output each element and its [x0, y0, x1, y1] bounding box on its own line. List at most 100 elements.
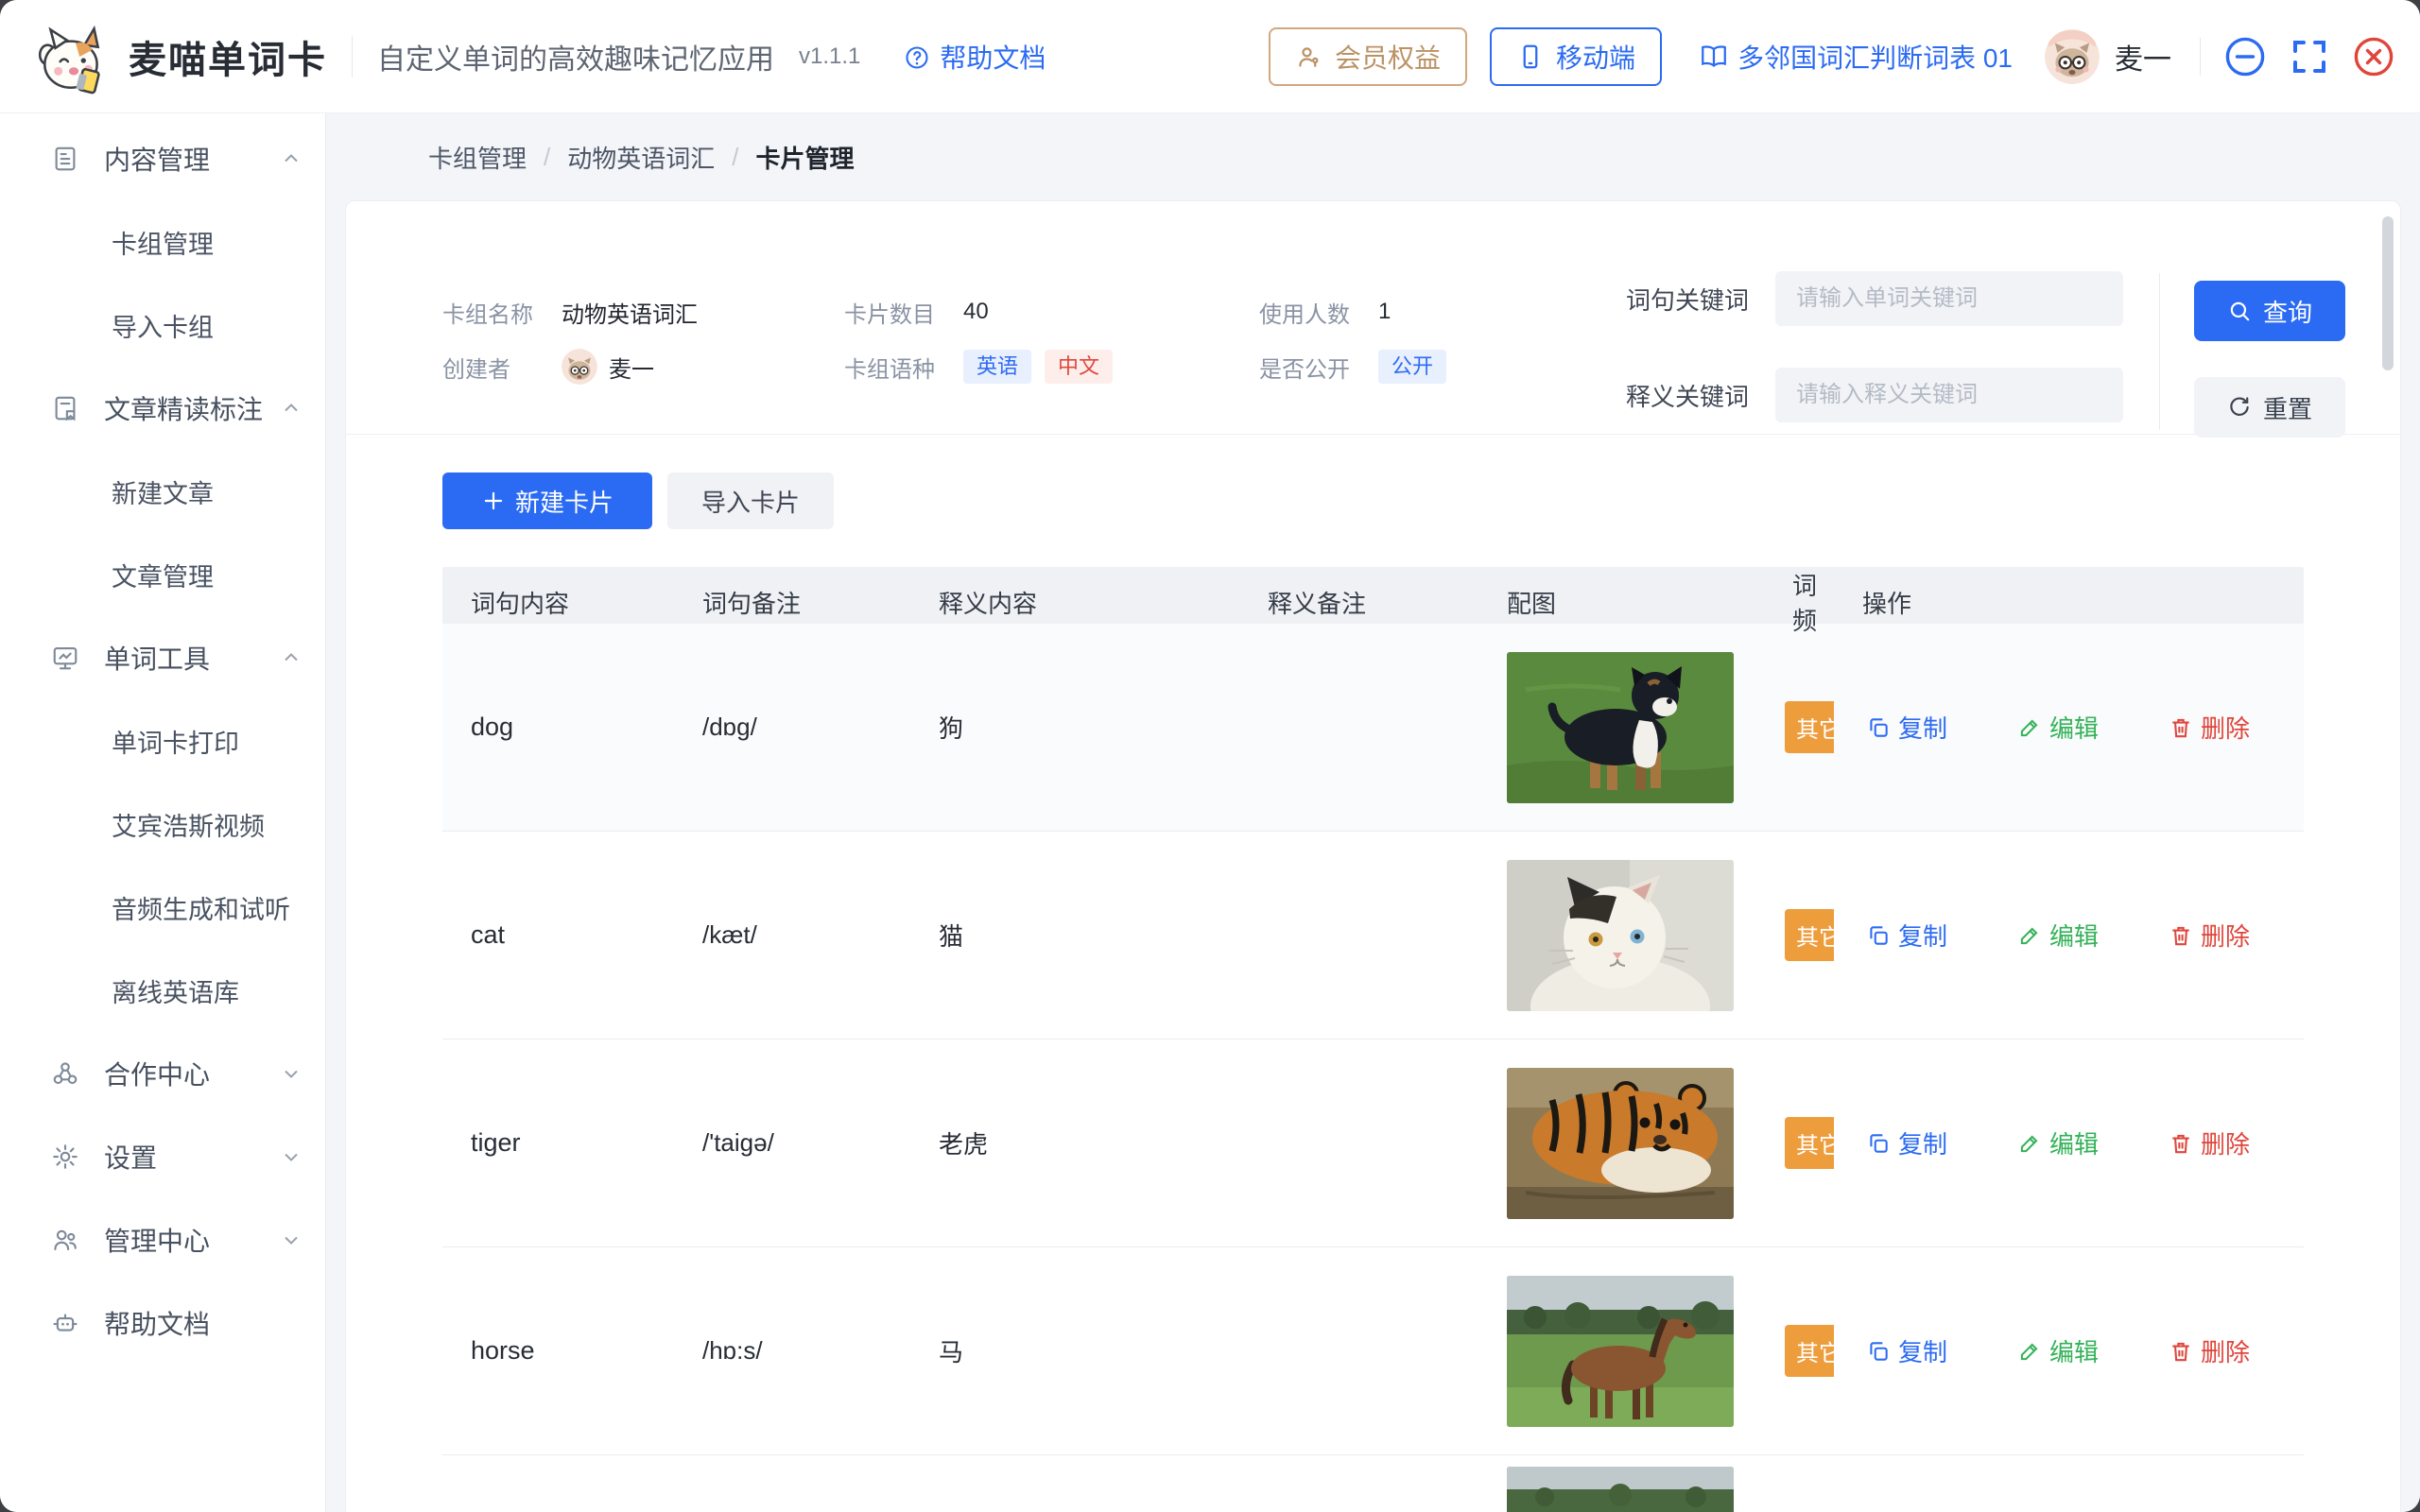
- deck-card-panel: 卡组名称 动物英语词汇 卡片数目 40 使用人数 1 创建者: [345, 200, 2401, 1512]
- edit-button[interactable]: 编辑: [2017, 918, 2099, 953]
- collaboration-icon: [51, 1059, 79, 1088]
- word-keyword-row: 词句关键词: [1626, 271, 2123, 326]
- search-icon: [2227, 299, 2252, 323]
- sidebar-item-card-print[interactable]: 单词卡打印: [0, 699, 325, 782]
- delete-button[interactable]: 删除: [2169, 710, 2250, 745]
- sidebar-item-deck-management[interactable]: 卡组管理: [0, 200, 325, 284]
- delete-button[interactable]: 删除: [2169, 1333, 2250, 1368]
- table-row: horse /hɒ:s/ 马: [442, 1247, 2304, 1455]
- minimize-button[interactable]: [2223, 35, 2267, 78]
- cards-table: 词句内容 词句备注 释义内容 释义备注 配图 词频 操作 dog /dɒg/ 狗: [442, 567, 2304, 1512]
- window-controls-divider: [2200, 38, 2201, 76]
- delete-button[interactable]: 删除: [2169, 1125, 2250, 1160]
- edit-icon: [2017, 1339, 2042, 1364]
- frequency-cell: 其它: [1764, 1117, 1834, 1169]
- sidebar-item-article-annotation[interactable]: 文章精读标注: [0, 367, 325, 450]
- edit-icon: [2017, 1131, 2042, 1156]
- card-image-cell: [1478, 860, 1764, 1011]
- sidebar-item-collaboration-center[interactable]: 合作中心: [0, 1032, 325, 1115]
- sidebar-item-word-tools[interactable]: 单词工具: [0, 616, 325, 699]
- username-label: 麦一: [2115, 36, 2171, 77]
- delete-button[interactable]: 删除: [2169, 918, 2250, 953]
- language-tag-chinese: 中文: [1045, 350, 1113, 384]
- copy-icon: [1866, 923, 1891, 948]
- membership-button[interactable]: 会员权益: [1269, 27, 1467, 86]
- sidebar-item-help-docs[interactable]: 帮助文档: [0, 1281, 325, 1365]
- sidebar-item-ebbinghaus-video[interactable]: 艾宾浩斯视频: [0, 782, 325, 866]
- chevron-down-icon: [280, 1228, 302, 1251]
- field-photo: [1507, 1467, 1734, 1512]
- public-status-tag: 公开: [1378, 350, 1446, 384]
- version-label: v1.1.1: [799, 43, 860, 70]
- col-meaning-note: 释义备注: [1239, 585, 1478, 620]
- breadcrumb-deck-name[interactable]: 动物英语词汇: [567, 140, 715, 175]
- edit-button[interactable]: 编辑: [2017, 1333, 2099, 1368]
- chevron-up-icon: [280, 147, 302, 170]
- frequency-tag: 其它: [1785, 909, 1834, 961]
- member-user-icon: [1295, 43, 1323, 71]
- word-keyword-input[interactable]: [1775, 271, 2123, 326]
- copy-button[interactable]: 复制: [1866, 1125, 1947, 1160]
- user-profile[interactable]: 麦一: [2045, 29, 2171, 84]
- table-row: cat /kæt/ 猫: [442, 832, 2304, 1040]
- document-icon: [51, 145, 79, 173]
- frequency-tag: 其它: [1785, 701, 1834, 753]
- sidebar-label: 内容管理: [104, 140, 210, 178]
- sidebar-item-import-deck[interactable]: 导入卡组: [0, 284, 325, 367]
- sidebar-item-settings[interactable]: 设置: [0, 1115, 325, 1198]
- meaning-keyword-input[interactable]: [1775, 368, 2123, 422]
- copy-button[interactable]: 复制: [1866, 918, 1947, 953]
- card-image-cell: [1478, 1455, 1764, 1512]
- breadcrumb-current-page: 卡片管理: [756, 140, 855, 175]
- sidebar-item-new-article[interactable]: 新建文章: [0, 450, 325, 533]
- refresh-icon: [2227, 395, 2252, 420]
- row-actions: 复制 编辑 删除: [1834, 710, 2304, 745]
- card-image-cell: [1478, 652, 1764, 803]
- help-doc-link[interactable]: 帮助文档: [904, 38, 1046, 76]
- sidebar-item-content-management[interactable]: 内容管理: [0, 117, 325, 200]
- app-logo-cat-icon: [32, 16, 113, 97]
- chevron-up-icon: [280, 646, 302, 669]
- copy-button[interactable]: 复制: [1866, 1333, 1947, 1368]
- reset-button[interactable]: 重置: [2194, 377, 2345, 438]
- breadcrumb-separator: /: [732, 143, 738, 172]
- duolingo-vocab-list-link[interactable]: 多邻国词汇判断词表 01: [1700, 38, 2013, 76]
- frequency-tag: 其它: [1785, 1117, 1834, 1169]
- breadcrumb-deck-management[interactable]: 卡组管理: [428, 140, 527, 175]
- copy-button[interactable]: 复制: [1866, 710, 1947, 745]
- frequency-cell: 其它: [1764, 701, 1834, 753]
- creator-name: 麦一: [609, 351, 654, 384]
- deck-name-field: 卡组名称 动物英语词汇: [442, 292, 698, 332]
- query-button[interactable]: 查询: [2194, 281, 2345, 341]
- close-button[interactable]: [2352, 35, 2395, 78]
- table-row: tiger /'taigə/ 老虎: [442, 1040, 2304, 1247]
- col-image: 配图: [1478, 585, 1764, 620]
- edit-button[interactable]: 编辑: [2017, 1125, 2099, 1160]
- breadcrumb-separator: /: [544, 143, 550, 172]
- mobile-app-button[interactable]: 移动端: [1490, 27, 1662, 86]
- copy-icon: [1866, 1131, 1891, 1156]
- app-subtitle: 自定义单词的高效趣味记忆应用: [377, 36, 774, 77]
- row-actions: 复制 编辑 删除: [1834, 1125, 2304, 1160]
- meaning-keyword-row: 释义关键词: [1626, 368, 2123, 422]
- public-status-field: 是否公开 公开: [1259, 347, 1446, 387]
- sidebar-item-article-management[interactable]: 文章管理: [0, 533, 325, 616]
- fullscreen-button[interactable]: [2288, 35, 2331, 78]
- cat-photo: [1507, 860, 1734, 1011]
- app-title: 麦喵单词卡: [129, 29, 327, 84]
- table-header-row: 词句内容 词句备注 释义内容 释义备注 配图 词频 操作: [442, 567, 2304, 624]
- horse-photo: [1507, 1276, 1734, 1427]
- chevron-down-icon: [280, 1062, 302, 1085]
- edit-button[interactable]: 编辑: [2017, 710, 2099, 745]
- import-card-button[interactable]: 导入卡片: [667, 472, 834, 529]
- table-row-partial: [442, 1455, 2304, 1512]
- robot-icon: [51, 1309, 79, 1337]
- sidebar-item-admin-center[interactable]: 管理中心: [0, 1198, 325, 1281]
- trash-icon: [2169, 715, 2193, 740]
- dog-photo: [1507, 652, 1734, 803]
- scrollbar-thumb[interactable]: [2382, 216, 2394, 370]
- sidebar-item-offline-english-library[interactable]: 离线英语库: [0, 949, 325, 1032]
- new-card-button[interactable]: 新建卡片: [442, 472, 652, 529]
- edit-icon: [2017, 715, 2042, 740]
- sidebar-item-audio-generation[interactable]: 音频生成和试听: [0, 866, 325, 949]
